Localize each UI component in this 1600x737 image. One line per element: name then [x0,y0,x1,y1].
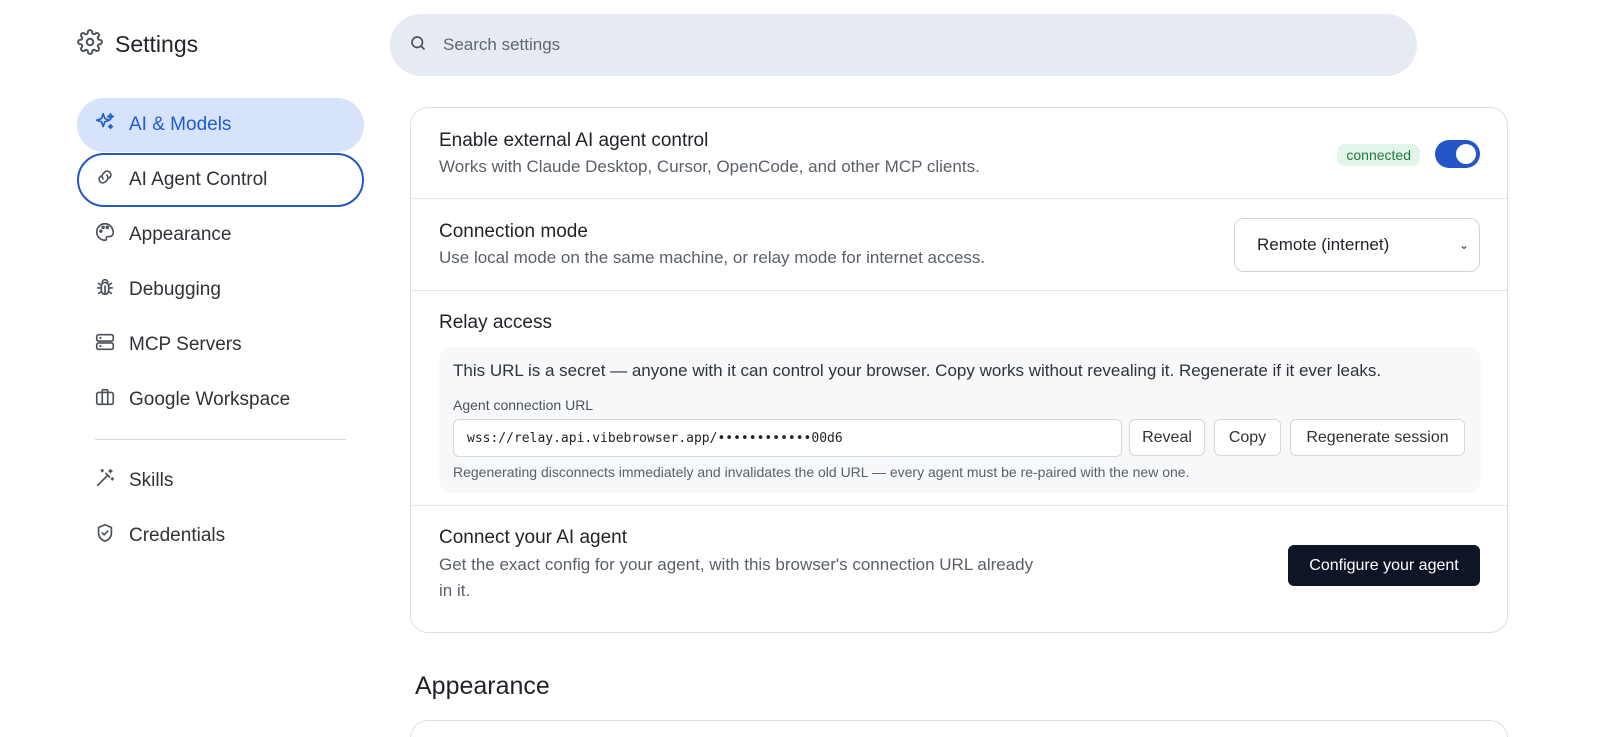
search-icon [409,34,427,57]
connection-mode-title: Connection mode [439,221,588,242]
relay-access-section: Relay access This URL is a secret — anyo… [411,291,1507,506]
sidebar-item-label: Appearance [129,224,232,245]
sidebar-item-credentials[interactable]: Credentials [77,509,364,563]
connect-agent-section: Connect your AI agent Get the exact conf… [411,506,1507,632]
configure-agent-button[interactable]: Configure your agent [1288,545,1480,586]
relay-access-box: This URL is a secret — anyone with it ca… [439,347,1481,493]
connect-agent-desc-line: in it. [439,581,471,600]
relay-access-title: Relay access [439,312,552,333]
toggle-knob [1456,144,1476,164]
sidebar-item-label: Credentials [129,525,226,546]
connection-mode-section: Connection mode Use local mode on the sa… [411,199,1507,291]
enable-agent-desc: Works with Claude Desktop, Cursor, OpenC… [439,157,980,176]
agent-url-label: Agent connection URL [453,397,594,413]
connection-mode-select[interactable]: Remote (internet) ⌄ [1234,218,1480,272]
sidebar-item-google-workspace[interactable]: Google Workspace [77,373,364,427]
appearance-section-title: Appearance [415,672,550,700]
sidebar-item-label: AI Agent Control [129,169,268,190]
sidebar-divider [95,439,346,440]
sidebar-item-ai-agent-control[interactable]: AI Agent Control [77,153,364,207]
sidebar-title: Settings [115,31,199,57]
sidebar-item-ai-models[interactable]: AI & Models [77,98,364,152]
sidebar-item-label: MCP Servers [129,334,242,355]
connection-mode-desc: Use local mode on the same machine, or r… [439,248,986,267]
copy-button[interactable]: Copy [1214,419,1281,456]
bug-icon [94,276,116,304]
sidebar-item-label: AI & Models [129,114,232,135]
sidebar-item-debugging[interactable]: Debugging [77,263,364,317]
wand-icon [94,467,116,495]
search-input[interactable] [443,35,1343,55]
regenerate-session-button[interactable]: Regenerate session [1290,419,1465,456]
sidebar-item-label: Debugging [129,279,221,300]
sparkles-icon [94,111,116,139]
briefcase-icon [94,386,116,414]
enable-agent-title: Enable external AI agent control [439,130,709,151]
appearance-card [410,720,1508,737]
connect-agent-title: Connect your AI agent [439,527,628,548]
search-bar [390,14,1417,76]
palette-icon [94,221,116,249]
link-icon [94,166,116,194]
sidebar-header: Settings [77,29,198,60]
enable-agent-toggle[interactable] [1435,140,1480,168]
status-badge: connected [1337,144,1420,166]
relay-warning: This URL is a secret — anyone with it ca… [453,361,1382,380]
enable-agent-section: Enable external AI agent control Works w… [411,108,1507,199]
sidebar-item-label: Google Workspace [129,389,291,410]
regenerate-note: Regenerating disconnects immediately and… [453,464,1190,480]
reveal-button[interactable]: Reveal [1129,419,1205,456]
chevron-down-icon: ⌄ [1458,238,1469,252]
sidebar-item-appearance[interactable]: Appearance [77,208,364,262]
agent-url-field[interactable]: wss://relay.api.vibebrowser.app/••••••••… [453,419,1122,457]
sidebar-item-skills[interactable]: Skills [77,454,364,508]
sidebar-item-label: Skills [129,470,174,491]
connect-agent-desc: Get the exact config for your agent, wit… [439,552,1033,604]
server-icon [94,331,116,359]
gear-icon [77,29,103,60]
sidebar-item-mcp-servers[interactable]: MCP Servers [77,318,364,372]
connect-agent-desc-line: Get the exact config for your agent, wit… [439,555,1034,574]
connection-mode-value: Remote (internet) [1257,235,1390,254]
shield-check-icon [94,522,116,550]
agent-control-card: Enable external AI agent control Works w… [410,107,1508,633]
